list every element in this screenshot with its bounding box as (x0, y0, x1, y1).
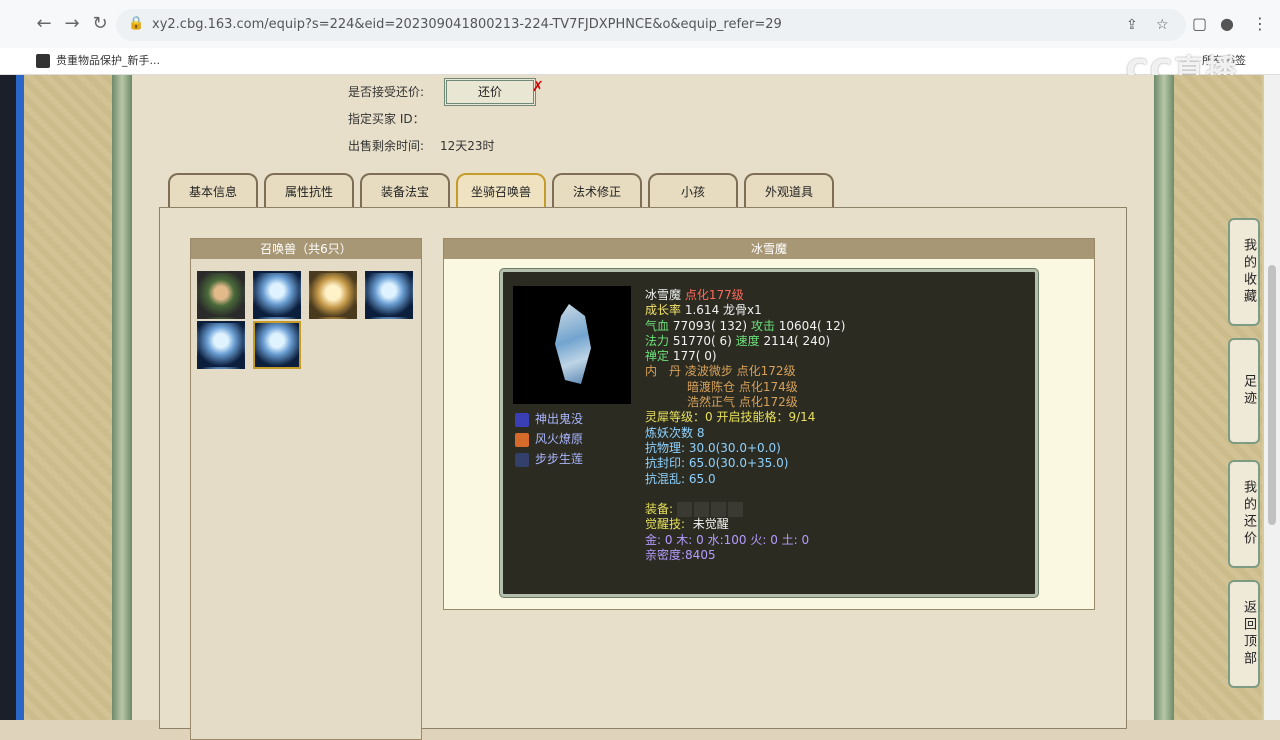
forward-icon[interactable]: → (60, 12, 84, 36)
share-icon[interactable]: ⇪ (1126, 17, 1138, 33)
bookmarks-bar: 贵重物品保护_新手... 所有书签 (0, 48, 1280, 74)
my-favorites-button[interactable]: 我的收藏 (1228, 218, 1260, 326)
profile-icon[interactable]: ● (1220, 14, 1234, 33)
bookmark-label: 贵重物品保护_新手... (56, 54, 160, 67)
pet-thumb-4[interactable] (365, 271, 413, 319)
pet-thumb-1[interactable] (197, 271, 245, 319)
tab-children[interactable]: 小孩 (648, 173, 738, 211)
skill-icon (515, 412, 529, 427)
tab-mounts-pets[interactable]: 坐骑召唤兽 (456, 173, 546, 211)
tab-panel: 召唤兽（共6只） 冰雪魔 神出鬼没 风火燎原 步步生莲 冰雪魔 点化177级 成… (159, 207, 1127, 740)
focus-value: 177( 0) (672, 349, 717, 364)
counter-offer-label: 是否接受还价: (348, 85, 425, 99)
star-icon[interactable]: ☆ (1156, 17, 1169, 33)
left-edge-strip (16, 75, 24, 720)
frame-right (1154, 75, 1174, 720)
atk-label: 攻击 (750, 318, 775, 333)
bone: 龙骨x1 (723, 303, 762, 318)
neidan-1: 凌波微步 点化172级 (684, 364, 796, 379)
pet-list: 召唤兽（共6只） (190, 238, 422, 740)
awaken-label: 觉醒技: (645, 517, 686, 532)
tab-spell-correction[interactable]: 法术修正 (552, 173, 642, 211)
equip-slot[interactable] (727, 502, 743, 518)
border-pattern-left (24, 75, 112, 720)
equip-slot[interactable] (676, 502, 692, 518)
spd-label: 速度 (735, 333, 760, 348)
bookmark-item[interactable]: 贵重物品保护_新手... (36, 52, 160, 68)
mp-value: 51770( 6) (672, 333, 732, 348)
left-edge (0, 75, 24, 720)
tab-basic-info[interactable]: 基本信息 (168, 173, 258, 211)
skill-1[interactable]: 神出鬼没 (515, 410, 583, 427)
pet-detail: 冰雪魔 神出鬼没 风火燎原 步步生莲 冰雪魔 点化177级 成长率 1.614 … (443, 238, 1095, 610)
footprint-button[interactable]: 足迹 (1228, 338, 1260, 444)
back-to-top-button[interactable]: 返回顶部 (1228, 580, 1260, 688)
hp-value: 77093( 132) (672, 318, 748, 333)
skill-3[interactable]: 步步生莲 (515, 450, 583, 467)
tab-equipment[interactable]: 装备法宝 (360, 173, 450, 211)
awaken-value: 未觉醒 (692, 517, 729, 532)
time-left-value: 12天23时 (440, 139, 495, 153)
skill-label: 风火燎原 (535, 432, 584, 446)
elements: 金: 0 木: 0 水:100 火: 0 土: 0 (645, 532, 810, 547)
lingxi: 灵犀等级：0 开启技能格：9/14 (645, 410, 816, 425)
equip-label: 装备: (645, 502, 674, 517)
spd-value: 2114( 240) (763, 333, 831, 348)
skill-icon (515, 432, 529, 447)
neidan-3: 浩然正气 点化172级 (687, 395, 798, 410)
back-icon[interactable]: ← (32, 12, 56, 36)
browser-toolbar: ← → ↻ 🔒 xy2.cbg.163.com/equip?s=224&eid=… (0, 0, 1280, 48)
res-seal: 抗封印: 65.0(30.0+35.0) (645, 456, 789, 471)
skill-2[interactable]: 风火燎原 (515, 430, 583, 447)
neidan-label: 内 丹 (645, 364, 682, 379)
focus-label: 禅定 (645, 349, 670, 364)
skill-label: 步步生莲 (535, 452, 584, 466)
pet-detail-header: 冰雪魔 (444, 239, 1094, 259)
counter-offer-button[interactable]: 还价 (444, 78, 536, 106)
frame-left (112, 75, 132, 720)
time-left-label: 出售剩余时间: (348, 139, 425, 153)
equip-slot[interactable] (710, 502, 726, 518)
equip-slot[interactable] (693, 502, 709, 518)
atk-value: 10604( 12) (778, 318, 846, 333)
mp-label: 法力 (645, 333, 670, 348)
buyer-id-label: 指定买家 ID： (348, 112, 425, 126)
pet-card: 神出鬼没 风火燎原 步步生莲 冰雪魔 点化177级 成长率 1.614 龙骨x1… (500, 269, 1038, 597)
url-text[interactable]: xy2.cbg.163.com/equip?s=224&eid=20230904… (152, 17, 782, 32)
scrollbar-thumb[interactable] (1268, 265, 1276, 525)
browser-chrome: ← → ↻ 🔒 xy2.cbg.163.com/equip?s=224&eid=… (0, 0, 1280, 89)
intimacy: 亲密度:8405 (645, 548, 716, 563)
pet-thumb-6-selected[interactable] (253, 321, 301, 369)
pet-thumb-3[interactable] (309, 271, 357, 319)
pet-list-header: 召唤兽（共6只） (191, 239, 421, 259)
address-bar[interactable]: 🔒 xy2.cbg.163.com/equip?s=224&eid=202309… (116, 9, 1186, 41)
pet-portrait (513, 286, 631, 404)
bookmark-icon (36, 54, 50, 68)
skill-icon (515, 452, 529, 467)
my-offers-button[interactable]: 我的还价 (1228, 460, 1260, 568)
growth-label: 成长率 (645, 303, 682, 318)
res-chaos: 抗混乱: 65.0 (645, 471, 716, 486)
pet-thumb-5[interactable] (197, 321, 245, 369)
sidepanel-icon[interactable]: ▢ (1192, 14, 1207, 33)
lock-icon: 🔒 (128, 16, 145, 31)
pet-thumb-2[interactable] (253, 271, 301, 319)
refine-count: 炼妖次数 8 (645, 425, 705, 440)
menu-icon[interactable]: ⋮ (1252, 14, 1268, 33)
scrollbar[interactable] (1264, 75, 1280, 720)
reload-icon[interactable]: ↻ (88, 12, 112, 36)
pet-stats: 冰雪魔 点化177级 成长率 1.614 龙骨x1 气血 77093( 132)… (645, 288, 1025, 563)
hp-label: 气血 (645, 318, 670, 333)
pet-level: 点化177级 (684, 288, 744, 302)
growth-value: 1.614 (684, 303, 720, 318)
pet-image (555, 304, 591, 384)
pet-name: 冰雪魔 (645, 288, 682, 302)
neidan-2: 暗渡陈仓 点化174级 (687, 379, 798, 394)
close-icon[interactable]: ✗ (532, 79, 544, 95)
res-phys: 抗物理: 30.0(30.0+0.0) (645, 440, 781, 455)
skill-label: 神出鬼没 (535, 412, 584, 426)
tab-attributes[interactable]: 属性抗性 (264, 173, 354, 211)
tab-appearance[interactable]: 外观道具 (744, 173, 834, 211)
